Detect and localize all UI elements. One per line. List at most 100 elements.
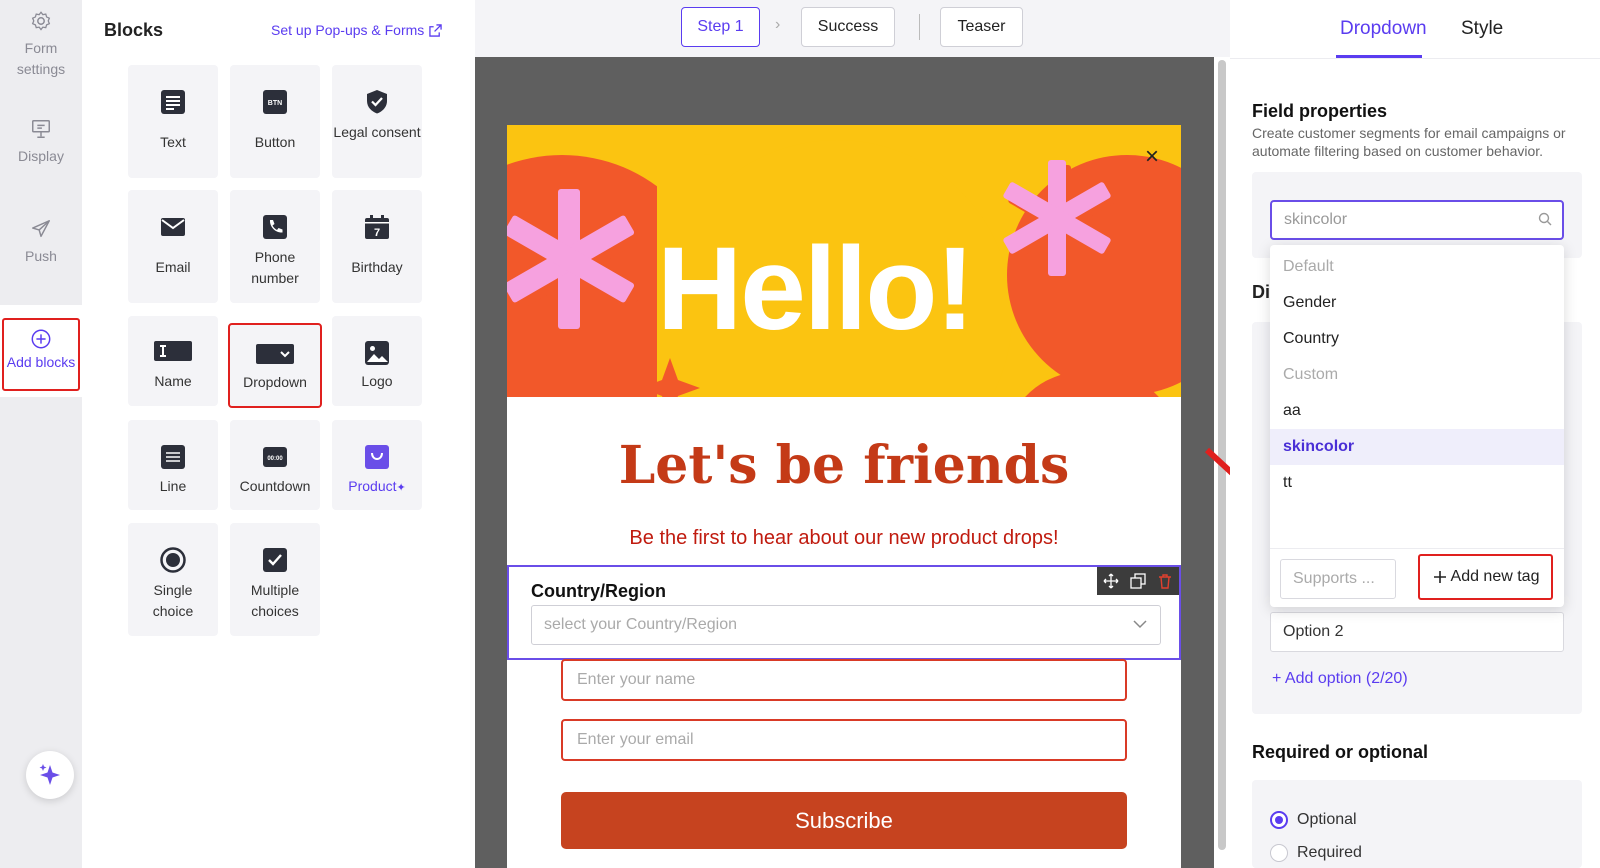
presentation-icon	[32, 120, 50, 138]
block-line-label: Line	[159, 478, 187, 494]
block-multiple-choices-label: Multiple choices	[250, 582, 300, 619]
name-input[interactable]: Enter your name	[561, 659, 1127, 701]
block-legal-consent-label: Legal consent	[333, 124, 421, 140]
bag-icon	[365, 445, 389, 469]
radio-optional-dot	[1270, 811, 1288, 829]
tag-dropdown-menu: Default Gender Country Custom aa skincol…	[1270, 245, 1564, 607]
add-new-tag-button[interactable]: Add new tag	[1418, 554, 1553, 600]
block-email[interactable]: Email	[128, 190, 218, 303]
option-skincolor[interactable]: skincolor	[1270, 429, 1564, 465]
field-properties-desc: Create customer segments for email campa…	[1252, 125, 1566, 159]
svg-text:00:00: 00:00	[267, 456, 283, 462]
envelope-icon	[161, 218, 185, 236]
field-properties-title: Field properties	[1252, 101, 1388, 121]
rail-form-settings-label: Form settings	[16, 40, 66, 77]
block-birthday-label: Birthday	[351, 259, 403, 275]
option-2-input[interactable]: Option 2	[1270, 612, 1564, 652]
tag-search-input[interactable]: skincolor	[1270, 200, 1564, 240]
radio-required-dot	[1270, 844, 1288, 862]
group-default: Default	[1283, 258, 1334, 275]
block-line[interactable]: Line	[128, 420, 218, 510]
close-icon[interactable]: ×	[1145, 143, 1159, 171]
chevron-down-icon	[1133, 620, 1147, 629]
block-logo-label: Logo	[361, 373, 393, 389]
trash-icon[interactable]	[1157, 573, 1173, 589]
setup-popups-link[interactable]: Set up Pop-ups & Forms	[271, 22, 443, 38]
option-tt[interactable]: tt	[1270, 465, 1564, 501]
option-country[interactable]: Country	[1270, 321, 1564, 357]
rail-push[interactable]: Push	[0, 218, 82, 267]
step-divider	[919, 14, 920, 40]
teaser-tab[interactable]: Teaser	[940, 7, 1023, 47]
block-multiple-choices[interactable]: Multiple choices	[230, 523, 320, 636]
subscribe-button[interactable]: Subscribe	[561, 792, 1127, 849]
rail-display-label: Display	[18, 148, 64, 164]
duplicate-icon[interactable]	[1130, 573, 1146, 589]
hero-banner: Hello! ×	[507, 125, 1181, 397]
popup-preview: Hello! × Let's be friends Be the first t…	[507, 125, 1181, 868]
rail-push-label: Push	[25, 248, 57, 264]
setup-popups-label: Set up Pop-ups & Forms	[271, 22, 425, 38]
block-text[interactable]: Text	[128, 65, 218, 178]
block-single-choice-label: Single choice	[152, 582, 194, 619]
add-option-link[interactable]: + Add option (2/20)	[1272, 670, 1408, 688]
block-dropdown[interactable]: Dropdown	[228, 323, 322, 408]
rail-add-blocks[interactable]: Add blocks	[0, 305, 82, 397]
option-gender[interactable]: Gender	[1270, 285, 1564, 321]
rail-add-blocks-label: Add blocks	[6, 354, 76, 370]
svg-text:7: 7	[374, 227, 380, 239]
block-name[interactable]: Name	[128, 316, 218, 406]
blocks-panel: Blocks Set up Pop-ups & Forms Text BTN B…	[82, 0, 475, 868]
plus-icon	[1433, 571, 1446, 583]
name-field-icon	[154, 341, 192, 361]
steps-bar: Step 1 › Success Teaser	[475, 0, 1230, 57]
option-aa[interactable]: aa	[1270, 393, 1564, 429]
ai-assistant-button[interactable]	[26, 751, 74, 799]
block-phone[interactable]: Phone number	[230, 190, 320, 303]
tab-dropdown[interactable]: Dropdown	[1340, 18, 1427, 40]
tag-search-value: skincolor	[1284, 211, 1348, 228]
countdown-icon: 00:00	[263, 447, 287, 467]
checkbox-icon	[263, 548, 287, 572]
email-input[interactable]: Enter your email	[561, 719, 1127, 761]
popup-headline: Let's be friends	[618, 435, 1070, 496]
block-logo[interactable]: Logo	[332, 316, 422, 406]
block-dropdown-label: Dropdown	[243, 374, 307, 390]
radio-optional-label: Optional	[1297, 811, 1357, 828]
country-select[interactable]: select your Country/Region	[531, 605, 1161, 645]
success-tab[interactable]: Success	[801, 7, 895, 47]
shield-check-icon	[367, 90, 387, 114]
section-title-partial: Di	[1252, 282, 1270, 302]
block-text-label: Text	[160, 134, 186, 150]
block-countdown-label: Countdown	[239, 478, 311, 494]
rail-display[interactable]: Display	[0, 118, 82, 167]
block-single-choice[interactable]: Single choice	[128, 523, 218, 636]
block-button[interactable]: BTN Button	[230, 65, 320, 178]
svg-text:BTN: BTN	[268, 100, 282, 107]
block-countdown[interactable]: 00:00 Countdown	[230, 420, 320, 510]
block-product[interactable]: Product✦	[332, 420, 422, 510]
radio-optional[interactable]: Optional	[1270, 811, 1357, 829]
external-link-icon	[429, 23, 443, 37]
block-legal-consent[interactable]: Legal consent	[332, 65, 422, 178]
image-icon	[365, 341, 389, 365]
new-tag-input[interactable]: Supports ...	[1280, 559, 1396, 599]
move-icon[interactable]	[1103, 573, 1119, 589]
block-birthday[interactable]: 7 Birthday	[332, 190, 422, 303]
dropdown-divider	[1270, 548, 1564, 549]
tab-style[interactable]: Style	[1461, 18, 1503, 40]
sparkle-icon	[39, 764, 60, 785]
country-dropdown-block[interactable]: Country/Region select your Country/Regio…	[507, 565, 1181, 660]
block-toolbar	[1097, 567, 1179, 595]
radio-required[interactable]: Required	[1270, 844, 1362, 862]
button-icon: BTN	[263, 90, 287, 114]
rail-form-settings[interactable]: Form settings	[0, 10, 82, 80]
block-product-label: Product✦	[348, 478, 406, 494]
dropdown-icon	[256, 344, 294, 364]
text-icon	[161, 90, 185, 114]
country-placeholder: select your Country/Region	[544, 616, 737, 633]
plus-circle-icon	[31, 329, 51, 349]
gear-icon	[31, 11, 51, 31]
group-custom: Custom	[1283, 366, 1339, 383]
step-1-tab[interactable]: Step 1	[681, 7, 760, 47]
